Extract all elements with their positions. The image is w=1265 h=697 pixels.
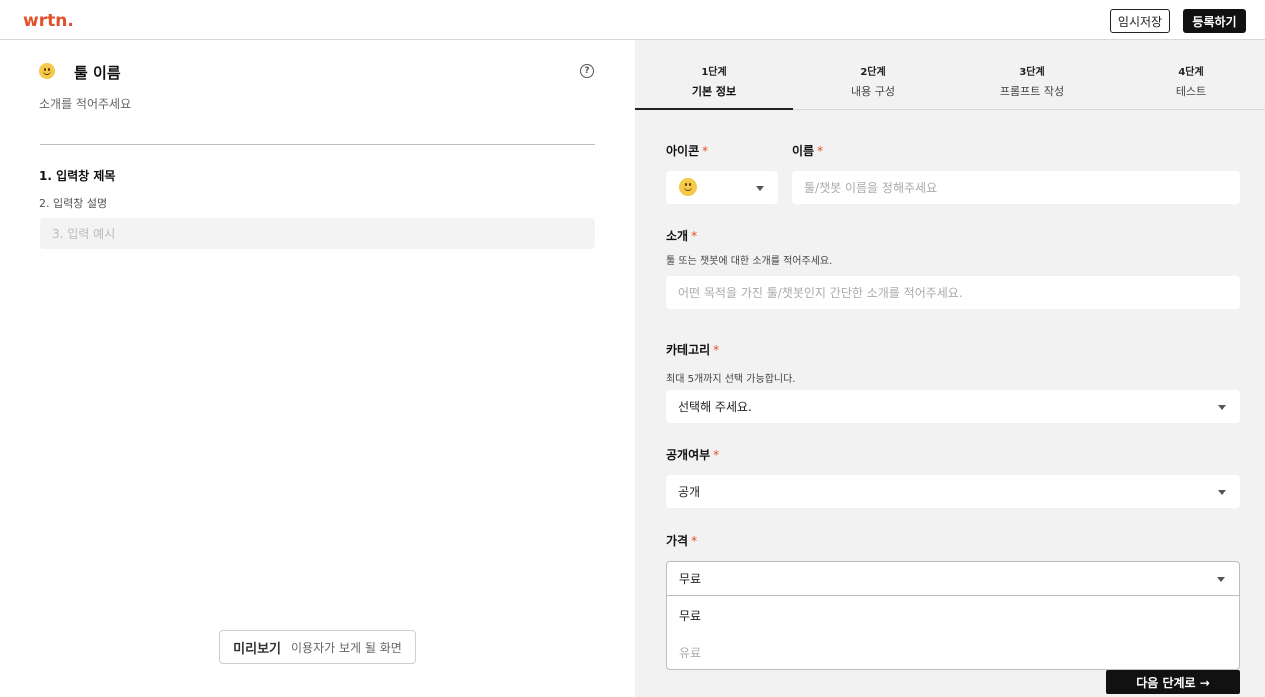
smiley-icon [39,63,55,79]
price-dropdown[interactable]: 무료 무료 유료 [666,561,1240,670]
step-label: 기본 정보 [691,85,737,98]
tab-step-2[interactable]: 2단계 내용 구성 [794,40,952,110]
intro-hint: 툴 또는 챗봇에 대한 소개를 적어주세요. [666,256,833,267]
step-number: 1단계 [701,67,727,78]
category-hint: 최대 5개까지 선택 가능합니다. [666,374,796,385]
visibility-label: 공개여부 * [666,448,720,462]
step-number: 3단계 [1019,67,1045,78]
chevron-down-icon [1217,576,1225,582]
tab-step-4[interactable]: 4단계 테스트 [1112,40,1265,110]
name-input[interactable]: 툴/챗봇 이름을 정해주세요 [792,171,1240,204]
chevron-down-icon [1218,489,1226,495]
preview-intro: 소개를 적어주세요 [39,97,132,111]
step-number: 4단계 [1178,67,1204,78]
name-label: 이름 * [792,144,824,158]
chevron-down-icon [1218,404,1226,410]
preview-button[interactable]: 미리보기 이용자가 보게 될 화면 [219,630,416,664]
preview-button-label: 미리보기 [233,641,282,657]
preview-panel: 툴 이름 ? 소개를 적어주세요 1. 입력창 제목 2. 입력창 설명 3. … [0,40,635,697]
intro-label: 소개 * [666,229,698,243]
price-label: 가격 * [666,534,698,548]
category-select[interactable]: 선택해 주세요. [666,390,1240,423]
preview-tool-name: 툴 이름 [74,64,121,82]
chevron-down-icon [756,185,764,191]
price-select[interactable]: 무료 [667,562,1239,596]
visibility-value: 공개 [678,485,701,499]
smiley-icon [679,178,697,196]
step-label: 내용 구성 [851,85,895,98]
wrtn-logo[interactable]: wrtn. [23,11,74,31]
preview-input-desc: 2. 입력창 설명 [39,197,108,210]
price-value: 무료 [679,572,702,586]
help-icon[interactable]: ? [580,64,594,78]
step-tabs: 1단계 기본 정보 2단계 내용 구성 3단계 프롬프트 작성 4단계 테스트 [635,40,1265,110]
preview-input-title: 1. 입력창 제목 [39,169,116,183]
top-header: wrtn. 임시저장 등록하기 [0,0,1265,40]
visibility-select[interactable]: 공개 [666,475,1240,508]
step-number: 2단계 [860,67,886,78]
step-label: 프롬프트 작성 [999,85,1065,98]
category-value: 선택해 주세요. [678,400,752,414]
preview-button-desc: 이용자가 보게 될 화면 [291,640,402,655]
price-option-paid[interactable]: 유료 [679,644,701,661]
preview-divider [40,144,595,145]
intro-input[interactable]: 어떤 목적을 가진 툴/챗봇인지 간단한 소개를 적어주세요. [666,276,1240,309]
next-step-button[interactable]: 다음 단계로 → [1106,670,1240,694]
tab-step-3[interactable]: 3단계 프롬프트 작성 [953,40,1111,110]
form-panel: 1단계 기본 정보 2단계 내용 구성 3단계 프롬프트 작성 4단계 테스트 … [635,40,1265,697]
name-placeholder: 툴/챗봇 이름을 정해주세요 [804,181,938,195]
icon-label: 아이콘 * [666,144,709,158]
icon-select[interactable] [666,171,778,204]
register-button[interactable]: 등록하기 [1183,9,1246,33]
preview-input-example[interactable]: 3. 입력 예시 [40,218,595,249]
step-label: 테스트 [1175,85,1207,98]
temp-save-button[interactable]: 임시저장 [1110,9,1170,33]
category-label: 카테고리 * [666,343,720,357]
tab-step-1[interactable]: 1단계 기본 정보 [635,40,793,110]
intro-placeholder: 어떤 목적을 가진 툴/챗봇인지 간단한 소개를 적어주세요. [678,286,963,300]
price-option-free[interactable]: 무료 [679,607,701,624]
